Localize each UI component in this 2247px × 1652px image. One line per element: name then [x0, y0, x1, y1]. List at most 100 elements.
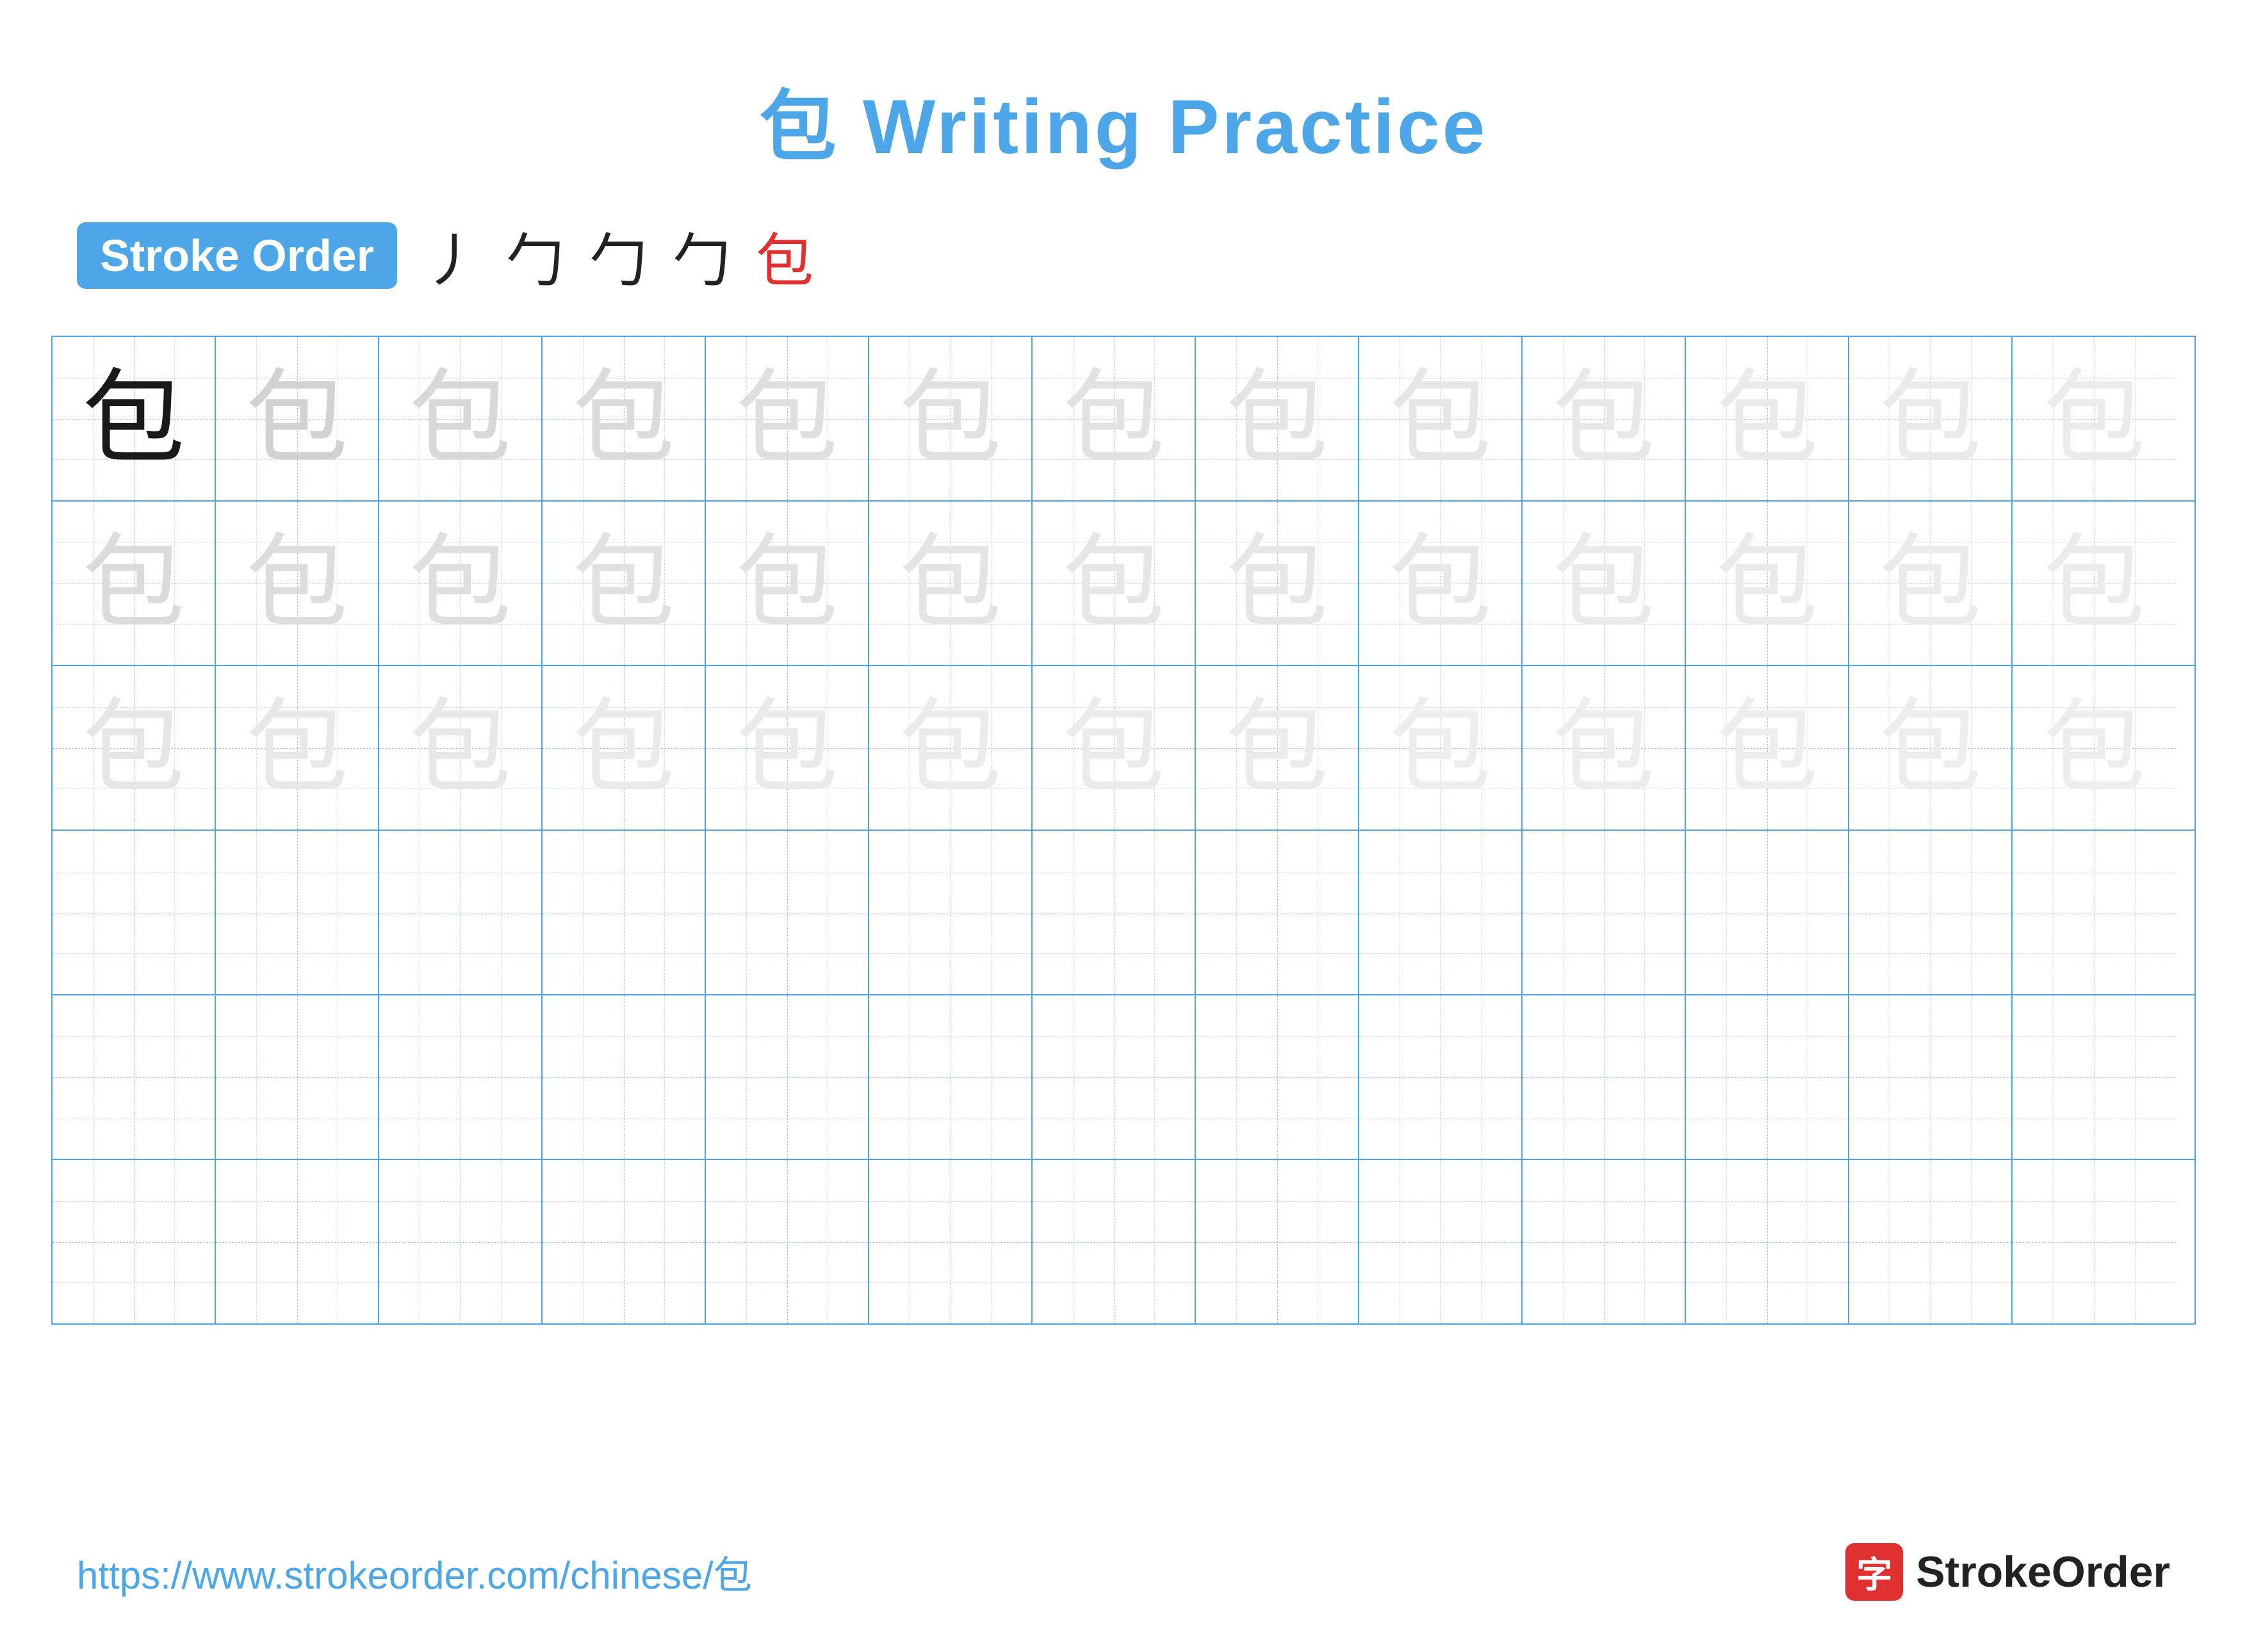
- grid-cell: [706, 1160, 869, 1323]
- title-rest: Writing Practice: [839, 84, 1488, 170]
- grid-cell: [869, 831, 1033, 994]
- grid-cell: [543, 995, 706, 1159]
- grid-cell: [1033, 1160, 1196, 1323]
- grid-cell: 包: [1686, 337, 1849, 500]
- stroke-2: 勹: [506, 214, 564, 297]
- grid-cell: 包: [2013, 337, 2176, 500]
- grid-cell: [869, 1160, 1033, 1323]
- grid-cell: 包: [2013, 666, 2176, 830]
- grid-cell: 包: [379, 502, 543, 665]
- grid-cell: [1033, 831, 1196, 994]
- grid-cell: 包: [1849, 666, 2013, 830]
- grid-cell: [1523, 1160, 1686, 1323]
- grid-cell: [1359, 831, 1523, 994]
- grid-cell: 包: [1686, 502, 1849, 665]
- logo-label: StrokeOrder: [1916, 1547, 2170, 1597]
- grid-cell: 包: [1359, 666, 1523, 830]
- grid-cell: [53, 1160, 216, 1323]
- stroke-5: 包: [756, 214, 813, 297]
- grid-cell: 包: [2013, 502, 2176, 665]
- grid-cell: [1849, 995, 2013, 1159]
- grid-cell: [216, 831, 379, 994]
- grid-cell: [2013, 1160, 2176, 1323]
- grid-cell: 包: [869, 502, 1033, 665]
- footer: https://www.strokeorder.com/chinese/包 字 …: [0, 1543, 2247, 1601]
- grid-cell: 包: [379, 337, 543, 500]
- grid-cell: [216, 1160, 379, 1323]
- grid-cell: [1686, 831, 1849, 994]
- grid-row-1: 包包包包包包包包包包包包包: [53, 502, 2194, 666]
- grid-cell: 包: [216, 502, 379, 665]
- grid-cell: 包: [543, 502, 706, 665]
- footer-url[interactable]: https://www.strokeorder.com/chinese/包: [77, 1544, 752, 1600]
- grid-cell: 包: [869, 666, 1033, 830]
- grid-row-0: 包包包包包包包包包包包包包: [53, 337, 2194, 502]
- stroke-order-badge: Stroke Order: [77, 222, 397, 289]
- stroke-1: 丿: [423, 214, 480, 297]
- grid-cell: 包: [1033, 502, 1196, 665]
- grid-cell: 包: [1849, 502, 2013, 665]
- grid-cell: [543, 831, 706, 994]
- grid-cell: [2013, 995, 2176, 1159]
- grid-cell: 包: [379, 666, 543, 830]
- grid-cell: [1849, 1160, 2013, 1323]
- grid-row-4: [53, 995, 2194, 1160]
- grid-cell: 包: [53, 666, 216, 830]
- grid-cell: [2013, 831, 2176, 994]
- grid-cell: 包: [53, 337, 216, 500]
- stroke-3: 勹: [589, 214, 647, 297]
- grid-cell: [706, 831, 869, 994]
- grid-cell: [1033, 995, 1196, 1159]
- logo-icon: 字: [1845, 1543, 1903, 1601]
- grid-cell: [1196, 831, 1359, 994]
- grid-cell: 包: [543, 337, 706, 500]
- grid-cell: [1686, 1160, 1849, 1323]
- grid-cell: 包: [1033, 337, 1196, 500]
- grid-cell: 包: [706, 337, 869, 500]
- grid-cell: [1359, 995, 1523, 1159]
- grid-cell: 包: [1033, 666, 1196, 830]
- grid-cell: [1359, 1160, 1523, 1323]
- grid-cell: 包: [53, 502, 216, 665]
- grid-cell: 包: [1196, 337, 1359, 500]
- grid-cell: 包: [706, 502, 869, 665]
- grid-row-2: 包包包包包包包包包包包包包: [53, 666, 2194, 831]
- grid-cell: 包: [1523, 666, 1686, 830]
- grid-cell: 包: [1196, 502, 1359, 665]
- grid-cell: [1686, 995, 1849, 1159]
- grid-cell: [379, 1160, 543, 1323]
- grid-cell: 包: [1849, 337, 2013, 500]
- grid-cell: [53, 995, 216, 1159]
- grid-cell: 包: [1196, 666, 1359, 830]
- grid-row-5: [53, 1160, 2194, 1323]
- grid-cell: 包: [1359, 337, 1523, 500]
- grid-cell: 包: [1523, 337, 1686, 500]
- grid-cell: [706, 995, 869, 1159]
- grid-cell: [379, 995, 543, 1159]
- grid-cell: 包: [543, 666, 706, 830]
- grid-cell: [869, 995, 1033, 1159]
- title-char: 包: [760, 84, 839, 170]
- grid-cell: [1196, 995, 1359, 1159]
- grid-cell: 包: [869, 337, 1033, 500]
- grid-cell: 包: [1686, 666, 1849, 830]
- grid-cell: 包: [1523, 502, 1686, 665]
- grid-cell: 包: [216, 666, 379, 830]
- grid-cell: [1523, 995, 1686, 1159]
- stroke-order-row: Stroke Order 丿 勹 勹 勹 包: [77, 214, 2247, 297]
- grid-cell: [1523, 831, 1686, 994]
- grid-cell: [379, 831, 543, 994]
- grid-cell: 包: [1359, 502, 1523, 665]
- practice-grid: 包包包包包包包包包包包包包包包包包包包包包包包包包包包包包包包包包包包包包包包: [51, 336, 2196, 1325]
- grid-cell: [543, 1160, 706, 1323]
- grid-cell: [1849, 831, 2013, 994]
- grid-cell: 包: [706, 666, 869, 830]
- grid-cell: [216, 995, 379, 1159]
- grid-cell: [1196, 1160, 1359, 1323]
- footer-logo: 字 StrokeOrder: [1845, 1543, 2170, 1601]
- grid-cell: 包: [216, 337, 379, 500]
- grid-cell: [53, 831, 216, 994]
- stroke-4: 勹: [673, 214, 730, 297]
- logo-char: 字: [1856, 1546, 1892, 1598]
- page-title: 包 Writing Practice: [0, 64, 2247, 176]
